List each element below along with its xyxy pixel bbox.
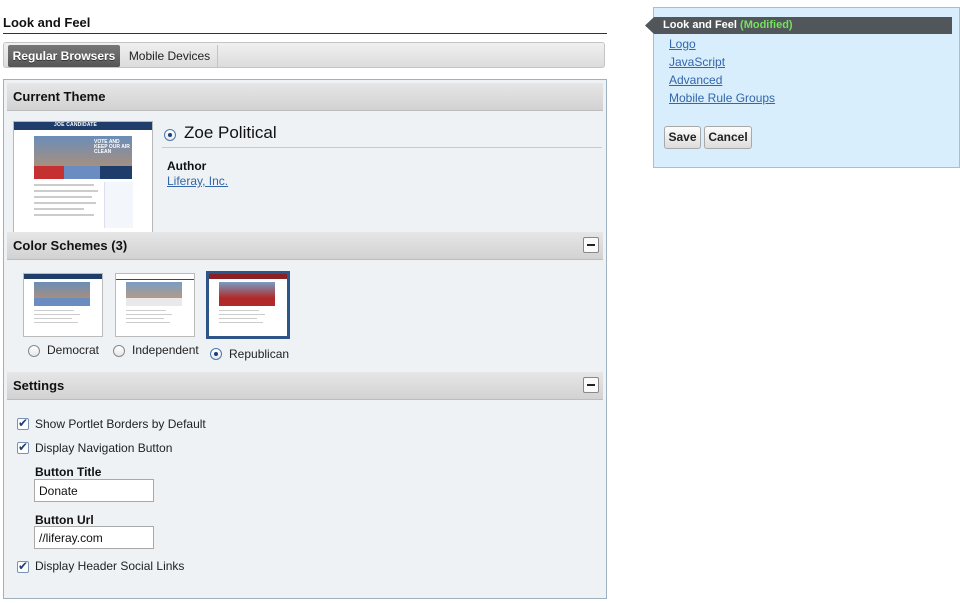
- thumbnail-hero-text: VOTE AND KEEP OUR AIR CLEAN: [94, 139, 130, 155]
- republican-label: Republican: [229, 347, 290, 361]
- nav-item-look-and-feel[interactable]: Look and Feel (Modified): [645, 17, 952, 34]
- theme-name: Zoe Political: [184, 123, 277, 142]
- collapse-color-schemes-button[interactable]: [583, 237, 599, 253]
- independent-label: Independent: [132, 343, 199, 357]
- current-theme-header: Current Theme: [7, 83, 603, 111]
- navigation-panel: Look and Feel (Modified) Logo JavaScript…: [645, 7, 960, 168]
- nav-link-mobile-rule-groups[interactable]: Mobile Rule Groups: [669, 91, 775, 105]
- divider: [162, 147, 602, 148]
- color-schemes-title: Color Schemes (3): [13, 238, 128, 253]
- author-label: Author: [167, 159, 207, 173]
- display-nav-button-checkbox[interactable]: [17, 440, 29, 454]
- democrat-radio[interactable]: [28, 345, 40, 357]
- thumbnail-title: JOE CANDIDATE: [54, 122, 98, 128]
- cancel-button[interactable]: Cancel: [704, 126, 752, 149]
- settings-header: Settings: [7, 372, 603, 400]
- button-title-input[interactable]: [34, 479, 154, 502]
- nav-link-javascript[interactable]: JavaScript: [669, 55, 725, 69]
- button-title-label: Button Title: [35, 465, 102, 479]
- current-theme-radio[interactable]: [164, 129, 176, 141]
- button-url-label: Button Url: [35, 513, 94, 527]
- theme-panel: Current Theme JOE CANDIDATE VOTE AND KEE…: [3, 79, 607, 599]
- author-link[interactable]: Liferay, Inc.: [167, 174, 228, 188]
- display-nav-button-label: Display Navigation Button: [35, 441, 173, 455]
- current-theme-title: Current Theme: [13, 89, 106, 104]
- independent-radio[interactable]: [113, 345, 125, 357]
- tab-mobile-devices[interactable]: Mobile Devices: [122, 45, 218, 67]
- tab-bar: Regular Browsers Mobile Devices: [3, 42, 605, 68]
- color-scheme-thumb-democrat[interactable]: [23, 273, 103, 337]
- settings-title: Settings: [13, 378, 65, 393]
- display-header-social-label: Display Header Social Links: [35, 559, 185, 573]
- color-schemes-header: Color Schemes (3): [7, 232, 603, 260]
- collapse-settings-button[interactable]: [583, 377, 599, 393]
- display-header-social-checkbox[interactable]: [17, 559, 29, 573]
- show-portlet-borders-label: Show Portlet Borders by Default: [35, 417, 206, 431]
- democrat-label: Democrat: [47, 343, 100, 357]
- button-url-input[interactable]: [34, 526, 154, 549]
- nav-current-label: Look and Feel: [663, 19, 737, 31]
- republican-radio[interactable]: [210, 348, 222, 360]
- save-button[interactable]: Save: [664, 126, 701, 149]
- show-portlet-borders-checkbox[interactable]: [17, 416, 29, 430]
- page-title: Look and Feel: [3, 15, 607, 34]
- nav-link-logo[interactable]: Logo: [669, 37, 696, 51]
- theme-thumbnail: JOE CANDIDATE VOTE AND KEEP OUR AIR CLEA…: [13, 121, 153, 233]
- color-scheme-thumb-republican[interactable]: [206, 271, 290, 339]
- nav-link-advanced[interactable]: Advanced: [669, 73, 722, 87]
- color-scheme-thumb-independent[interactable]: [115, 273, 195, 337]
- tab-regular-browsers[interactable]: Regular Browsers: [8, 45, 120, 67]
- modified-badge: (Modified): [740, 19, 793, 31]
